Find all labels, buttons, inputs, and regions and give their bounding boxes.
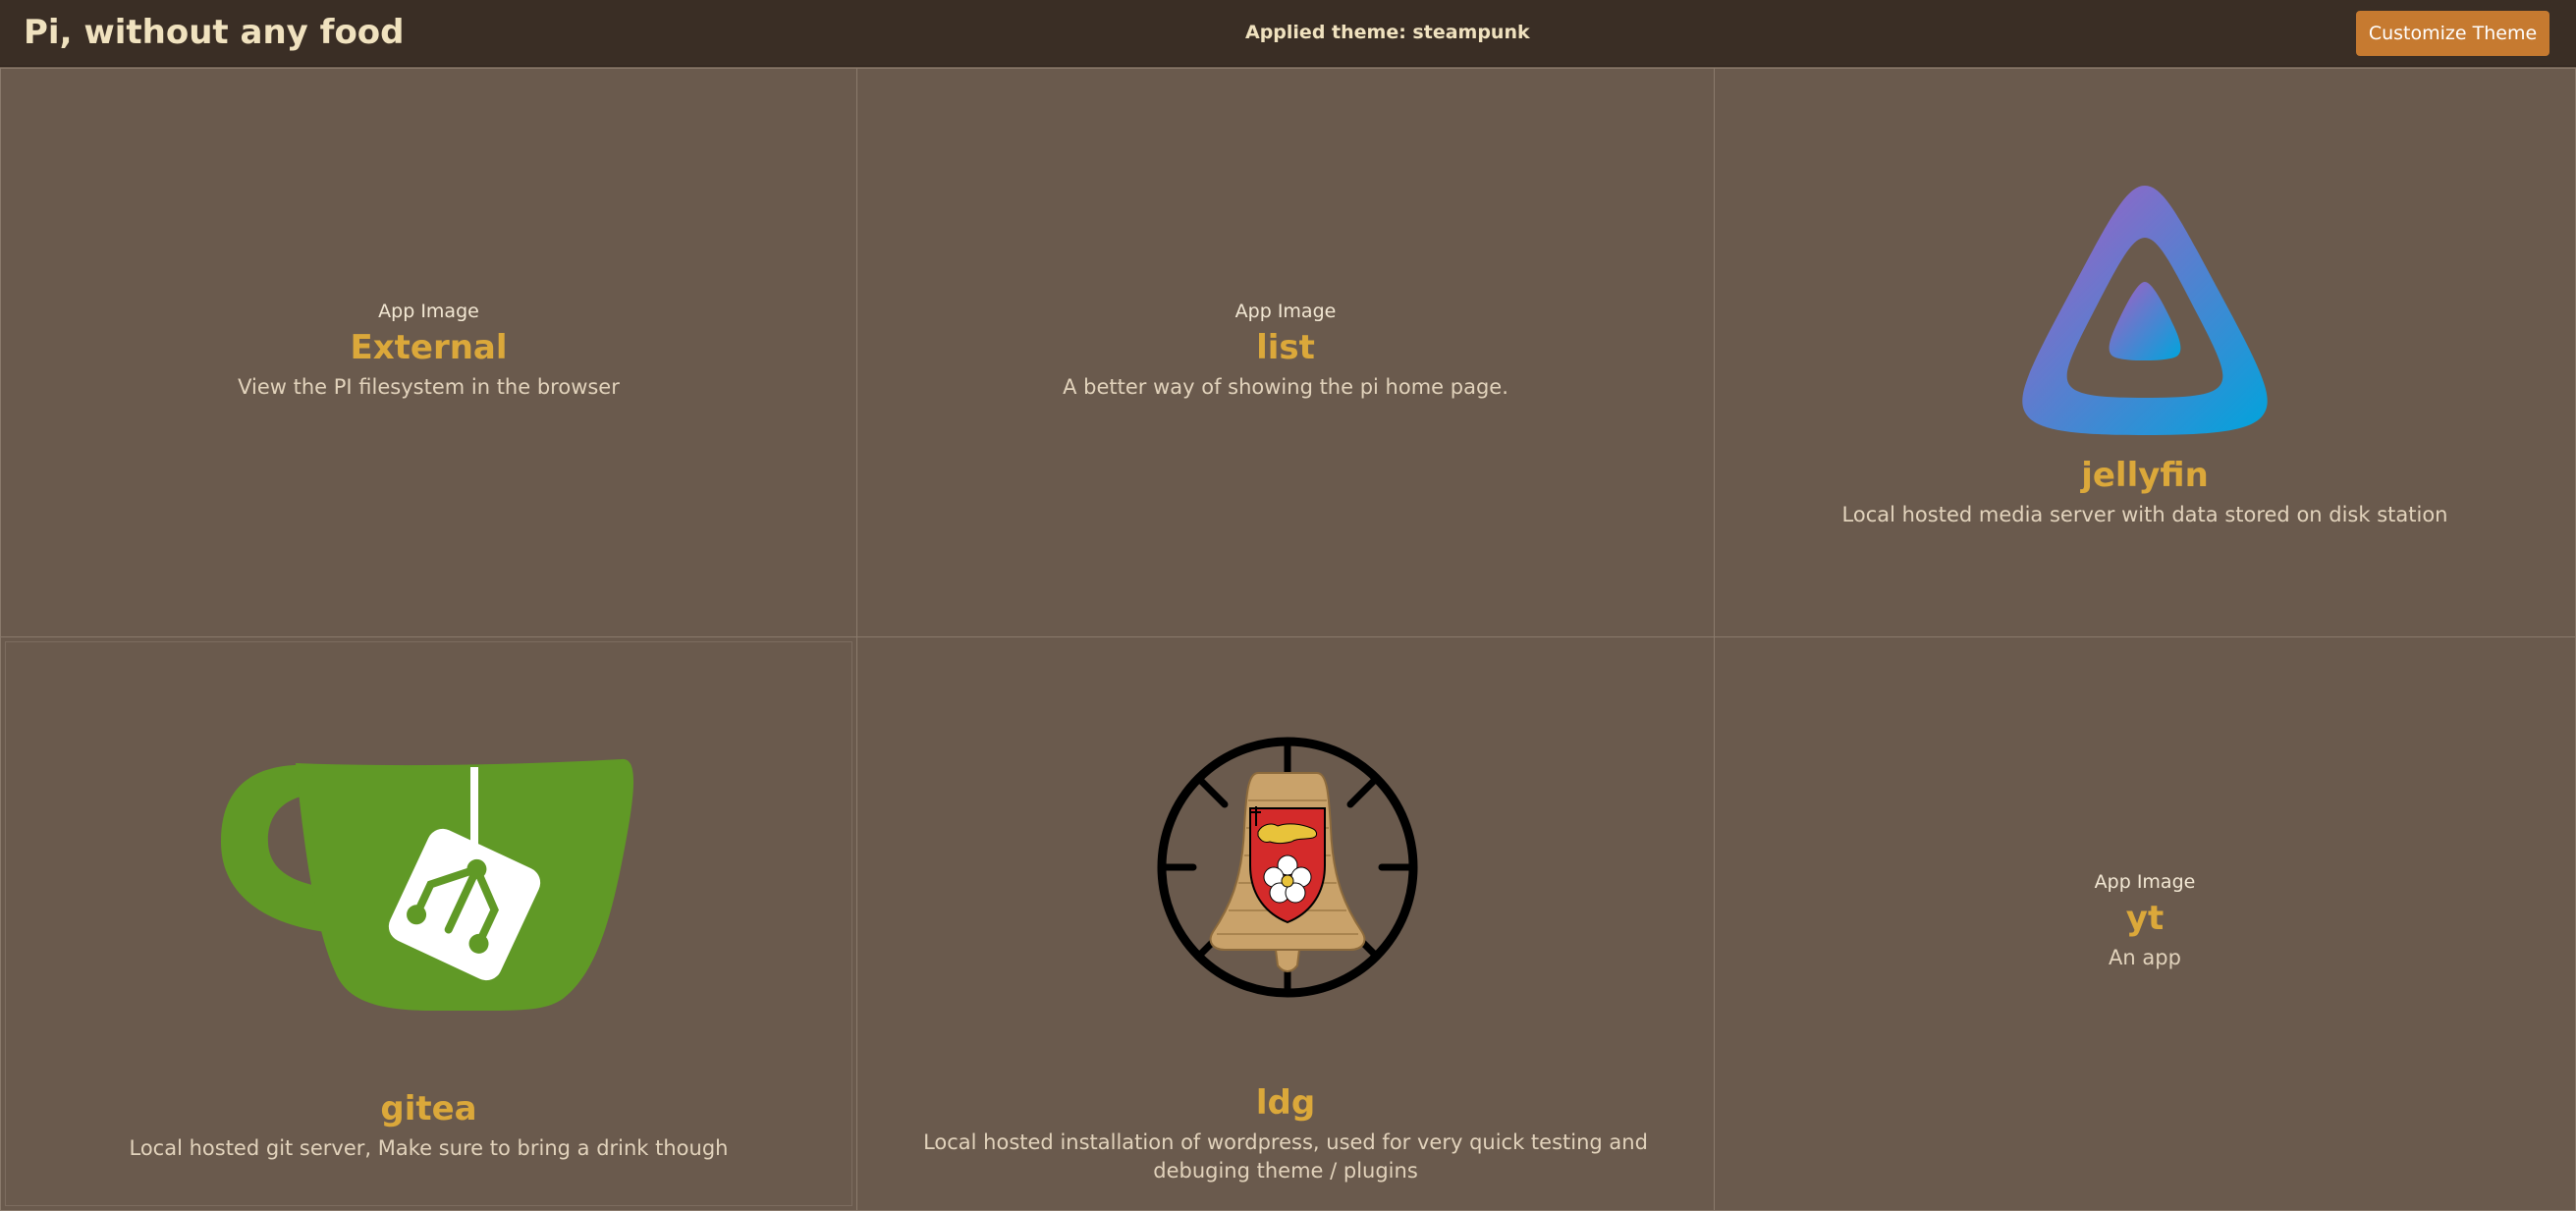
applied-theme-label: Applied theme: steampunk — [1245, 22, 1530, 43]
app-tile-body: gitea Local hosted git server, Make sure… — [1, 1089, 856, 1163]
app-name: External — [350, 328, 508, 367]
app-image-alt-text: App Image — [2094, 871, 2196, 893]
app-tile-ldg[interactable]: ldg Local hosted installation of wordpre… — [856, 636, 1715, 1211]
app-grid: App Image External View the PI filesyste… — [0, 68, 2576, 1211]
app-image-alt-text: App Image — [378, 301, 479, 322]
app-tile-body: jellyfin Local hosted media server with … — [1715, 456, 2575, 529]
app-tile-jellyfin[interactable]: jellyfin Local hosted media server with … — [1714, 68, 2576, 637]
app-description: A better way of showing the pi home page… — [1063, 375, 1508, 399]
app-tile-yt[interactable]: App Image yt An app — [1714, 636, 2576, 1211]
app-name: yt — [2125, 899, 2165, 938]
app-name: list — [1256, 328, 1315, 367]
app-tile-gitea[interactable]: gitea Local hosted git server, Make sure… — [0, 636, 857, 1211]
app-tile-list[interactable]: App Image list A better way of showing t… — [856, 68, 1715, 637]
app-name: jellyfin — [2081, 456, 2209, 495]
app-image-alt-text: App Image — [1234, 301, 1337, 322]
app-description: View the PI filesystem in the browser — [238, 375, 620, 399]
bell-crest-logo-icon — [1157, 737, 1418, 998]
gitea-teacup-logo-icon — [221, 758, 633, 1011]
app-tile-body: App Image External View the PI filesyste… — [1, 301, 856, 402]
app-description: Local hosted installation of wordpress, … — [923, 1130, 1648, 1183]
app-description: An app — [2109, 946, 2181, 969]
customize-theme-button[interactable]: Customize Theme — [2356, 11, 2549, 56]
app-tile-body: App Image yt An app — [1715, 871, 2575, 972]
app-tile-external[interactable]: App Image External View the PI filesyste… — [0, 68, 857, 637]
app-name: gitea — [380, 1089, 477, 1128]
app-description: Local hosted git server, Make sure to br… — [129, 1136, 729, 1160]
site-title: Pi, without any food — [24, 13, 405, 52]
app-tile-body: ldg Local hosted installation of wordpre… — [857, 1083, 1714, 1185]
jellyfin-logo-icon — [2022, 186, 2268, 435]
app-tile-body: App Image list A better way of showing t… — [857, 301, 1714, 402]
top-bar: Pi, without any food Applied theme: stea… — [0, 0, 2576, 67]
app-name: ldg — [1255, 1083, 1316, 1123]
app-description: Local hosted media server with data stor… — [1841, 503, 2448, 526]
